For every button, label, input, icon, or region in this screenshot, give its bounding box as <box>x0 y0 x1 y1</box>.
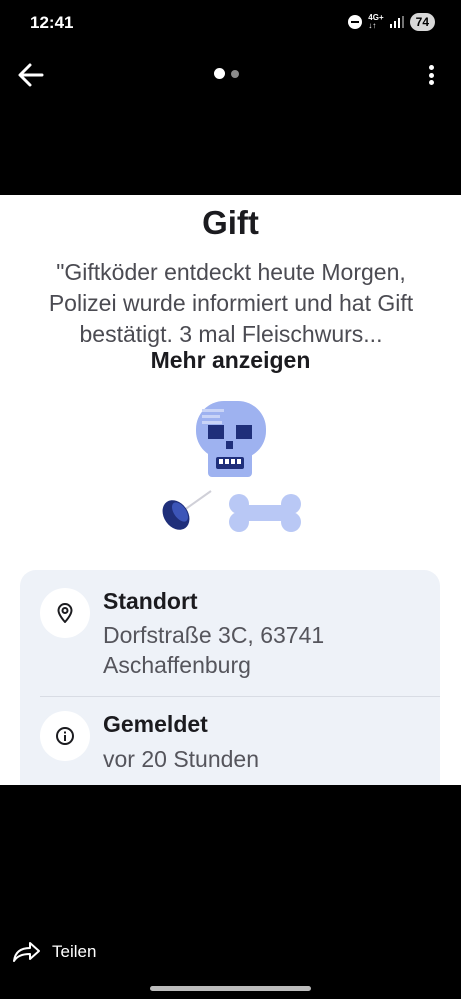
network-type: 4G+ ↓↑ <box>368 14 383 30</box>
report-title: Gift <box>202 204 259 241</box>
page-dot-active <box>214 68 225 79</box>
reported-label: Gemeldet <box>103 711 208 737</box>
top-app-bar <box>0 48 461 100</box>
poison-skull-bone-icon <box>162 401 301 532</box>
share-label: Teilen <box>52 942 97 961</box>
status-bar: 12:41 4G+ ↓↑ 74 <box>0 0 461 46</box>
page-dot <box>231 69 239 78</box>
report-details: Standort Dorfstraße 3C, 63741 Aschaffenb… <box>20 570 440 785</box>
poison-illustration <box>156 395 306 545</box>
page-indicator <box>214 68 239 79</box>
location-value: Dorfstraße 3C, 63741 Aschaffenburg <box>103 622 325 678</box>
status-icons: 4G+ ↓↑ 74 <box>348 13 435 31</box>
back-button[interactable] <box>14 58 48 92</box>
reported-value: vor 20 Stunden <box>103 746 260 772</box>
divider <box>40 696 440 697</box>
do-not-disturb-icon <box>348 15 363 29</box>
location-label: Standort <box>103 588 198 614</box>
more-options-button[interactable] <box>419 62 443 88</box>
report-card: Gift "Giftköder entdeckt heute Morgen, P… <box>0 195 461 785</box>
share-arrow-icon <box>13 942 40 962</box>
more-vertical-icon <box>428 65 434 70</box>
status-time: 12:41 <box>30 13 74 32</box>
info-circle-icon <box>40 711 90 761</box>
location-pin-icon <box>40 588 90 638</box>
home-indicator[interactable] <box>150 986 311 991</box>
signal-strength-icon <box>389 16 404 28</box>
show-more-link[interactable]: Mehr anzeigen <box>0 347 461 374</box>
battery-indicator: 74 <box>409 13 435 31</box>
network-activity-label: ↓↑ <box>368 21 377 30</box>
report-description: "Giftköder entdeckt heute Morgen, Polize… <box>48 259 414 347</box>
share-button[interactable]: Teilen <box>12 940 96 964</box>
arrow-left-icon <box>18 63 44 87</box>
